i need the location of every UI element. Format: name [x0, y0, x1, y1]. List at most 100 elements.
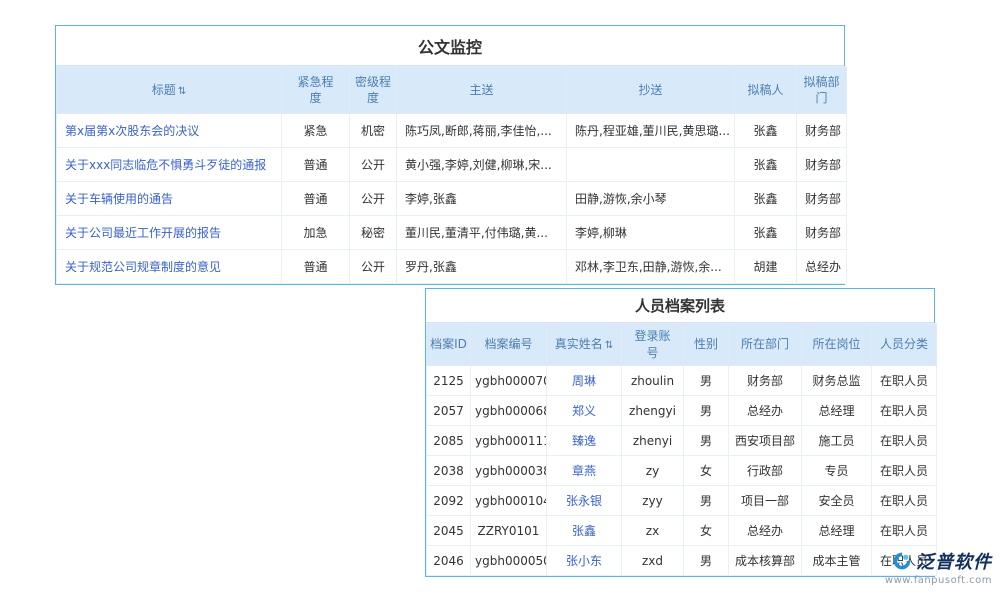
table-row: 2092 ygbh000104 张永银 zyy 男 项目一部 安全员 在职人员	[427, 486, 937, 516]
column-header-title[interactable]: 标题⇅	[57, 67, 282, 114]
drafter-cell: 张鑫	[735, 114, 797, 148]
draft-dept-cell: 财务部	[797, 148, 847, 182]
brand-url: www.fanpusoft.com	[885, 575, 992, 586]
archive-no-cell: ygbh000038	[471, 456, 547, 486]
table-row: 关于车辆使用的通告 普通 公开 李婷,张鑫 田静,游恢,余小琴 张鑫 财务部	[57, 182, 847, 216]
archive-id-cell: 2085	[427, 426, 471, 456]
doc-title-link[interactable]: 关于车辆使用的通告	[57, 182, 282, 216]
position-cell: 总经理	[802, 516, 872, 546]
personnel-table: 档案ID 档案编号 真实姓名⇅ 登录账号 性别 所在部门 所在岗位 人员分类 2…	[426, 323, 937, 576]
table-row: 2125 ygbh000070 周琳 zhoulin 男 财务部 财务总监 在职…	[427, 366, 937, 396]
position-cell: 施工员	[802, 426, 872, 456]
column-header-archive-no: 档案编号	[471, 324, 547, 366]
real-name-link[interactable]: 张小东	[547, 546, 622, 576]
doc-title-link[interactable]: 关于xxx同志临危不惧勇斗歹徒的通报	[57, 148, 282, 182]
column-header-cc: 抄送	[567, 67, 735, 114]
column-header-drafter: 拟稿人	[735, 67, 797, 114]
draft-dept-cell: 总经办	[797, 250, 847, 284]
login-cell: zyy	[622, 486, 684, 516]
dept-cell: 项目一部	[729, 486, 802, 516]
archive-no-cell: ygbh000104	[471, 486, 547, 516]
cc-cell: 李婷,柳琳	[567, 216, 735, 250]
column-header-label: 标题	[152, 83, 176, 97]
position-cell: 安全员	[802, 486, 872, 516]
cc-cell: 田静,游恢,余小琴	[567, 182, 735, 216]
gender-cell: 男	[684, 486, 729, 516]
drafter-cell: 张鑫	[735, 148, 797, 182]
table-row: 关于规范公司规章制度的意见 普通 公开 罗丹,张鑫 邓林,李卫东,田静,游恢,余…	[57, 250, 847, 284]
dept-cell: 总经办	[729, 396, 802, 426]
doc-title-link[interactable]: 关于规范公司规章制度的意见	[57, 250, 282, 284]
login-cell: zx	[622, 516, 684, 546]
dept-cell: 总经办	[729, 516, 802, 546]
archive-no-cell: ZZRY0101	[471, 516, 547, 546]
table-row: 2046 ygbh000050 张小东 zxd 男 成本核算部 成本主管 在职人…	[427, 546, 937, 576]
real-name-link[interactable]: 周琳	[547, 366, 622, 396]
position-cell: 财务总监	[802, 366, 872, 396]
real-name-link[interactable]: 张永银	[547, 486, 622, 516]
archive-id-cell: 2057	[427, 396, 471, 426]
page: 公文监控 标题⇅ 紧急程度 密级程度 主送 抄送 拟稿人 拟稿部门	[0, 0, 1000, 600]
column-header-archive-id: 档案ID	[427, 324, 471, 366]
real-name-link[interactable]: 张鑫	[547, 516, 622, 546]
fanpu-logo-icon	[892, 551, 912, 571]
secrecy-cell: 公开	[350, 182, 397, 216]
secrecy-cell: 公开	[350, 148, 397, 182]
position-cell: 总经理	[802, 396, 872, 426]
login-cell: zhengyi	[622, 396, 684, 426]
dept-cell: 西安项目部	[729, 426, 802, 456]
table-row: 2038 ygbh000038 章燕 zy 女 行政部 专员 在职人员	[427, 456, 937, 486]
urgency-cell: 普通	[282, 148, 350, 182]
main-send-cell: 黄小强,李婷,刘健,柳琳,宋...	[397, 148, 567, 182]
category-cell: 在职人员	[872, 426, 937, 456]
category-cell: 在职人员	[872, 396, 937, 426]
real-name-link[interactable]: 臻逸	[547, 426, 622, 456]
cc-cell	[567, 148, 735, 182]
dept-cell: 行政部	[729, 456, 802, 486]
urgency-cell: 普通	[282, 250, 350, 284]
table-row: 2057 ygbh000068 郑义 zhengyi 男 总经办 总经理 在职人…	[427, 396, 937, 426]
doc-title-link[interactable]: 关于公司最近工作开展的报告	[57, 216, 282, 250]
position-cell: 成本主管	[802, 546, 872, 576]
sort-icon: ⇅	[178, 86, 186, 97]
brand-name: 泛普软件	[916, 548, 992, 574]
gender-cell: 男	[684, 366, 729, 396]
table-row: 关于xxx同志临危不惧勇斗歹徒的通报 普通 公开 黄小强,李婷,刘健,柳琳,宋.…	[57, 148, 847, 182]
gender-cell: 男	[684, 546, 729, 576]
table-row: 关于公司最近工作开展的报告 加急 秘密 董川民,董清平,付伟璐,黄... 李婷,…	[57, 216, 847, 250]
gender-cell: 男	[684, 426, 729, 456]
drafter-cell: 张鑫	[735, 182, 797, 216]
archive-id-cell: 2125	[427, 366, 471, 396]
doc-monitor-table: 标题⇅ 紧急程度 密级程度 主送 抄送 拟稿人 拟稿部门 第x届第x次股东会的决…	[56, 66, 847, 284]
column-header-urgency: 紧急程度	[282, 67, 350, 114]
login-cell: zxd	[622, 546, 684, 576]
draft-dept-cell: 财务部	[797, 114, 847, 148]
cc-cell: 邓林,李卫东,田静,游恢,余...	[567, 250, 735, 284]
login-cell: zhoulin	[622, 366, 684, 396]
secrecy-cell: 秘密	[350, 216, 397, 250]
table-row: 2045 ZZRY0101 张鑫 zx 女 总经办 总经理 在职人员	[427, 516, 937, 546]
table-row: 第x届第x次股东会的决议 紧急 机密 陈巧凤,断郎,蒋丽,李佳怡,... 陈丹,…	[57, 114, 847, 148]
login-cell: zhenyi	[622, 426, 684, 456]
doc-monitor-title: 公文监控	[56, 26, 844, 66]
personnel-title: 人员档案列表	[426, 289, 934, 323]
doc-title-link[interactable]: 第x届第x次股东会的决议	[57, 114, 282, 148]
column-header-login: 登录账号	[622, 324, 684, 366]
personnel-panel: 人员档案列表 档案ID 档案编号 真实姓名⇅ 登录账号 性别 所在部门 所在岗位…	[425, 288, 935, 577]
drafter-cell: 张鑫	[735, 216, 797, 250]
personnel-header-row: 档案ID 档案编号 真实姓名⇅ 登录账号 性别 所在部门 所在岗位 人员分类	[427, 324, 937, 366]
category-cell: 在职人员	[872, 456, 937, 486]
category-cell: 在职人员	[872, 516, 937, 546]
secrecy-cell: 公开	[350, 250, 397, 284]
main-send-cell: 李婷,张鑫	[397, 182, 567, 216]
table-row: 2085 ygbh000111 臻逸 zhenyi 男 西安项目部 施工员 在职…	[427, 426, 937, 456]
dept-cell: 财务部	[729, 366, 802, 396]
urgency-cell: 加急	[282, 216, 350, 250]
real-name-link[interactable]: 章燕	[547, 456, 622, 486]
doc-monitor-panel: 公文监控 标题⇅ 紧急程度 密级程度 主送 抄送 拟稿人 拟稿部门	[55, 25, 845, 285]
column-header-gender: 性别	[684, 324, 729, 366]
column-header-real-name[interactable]: 真实姓名⇅	[547, 324, 622, 366]
real-name-link[interactable]: 郑义	[547, 396, 622, 426]
column-header-label: 真实姓名	[555, 337, 603, 351]
draft-dept-cell: 财务部	[797, 182, 847, 216]
